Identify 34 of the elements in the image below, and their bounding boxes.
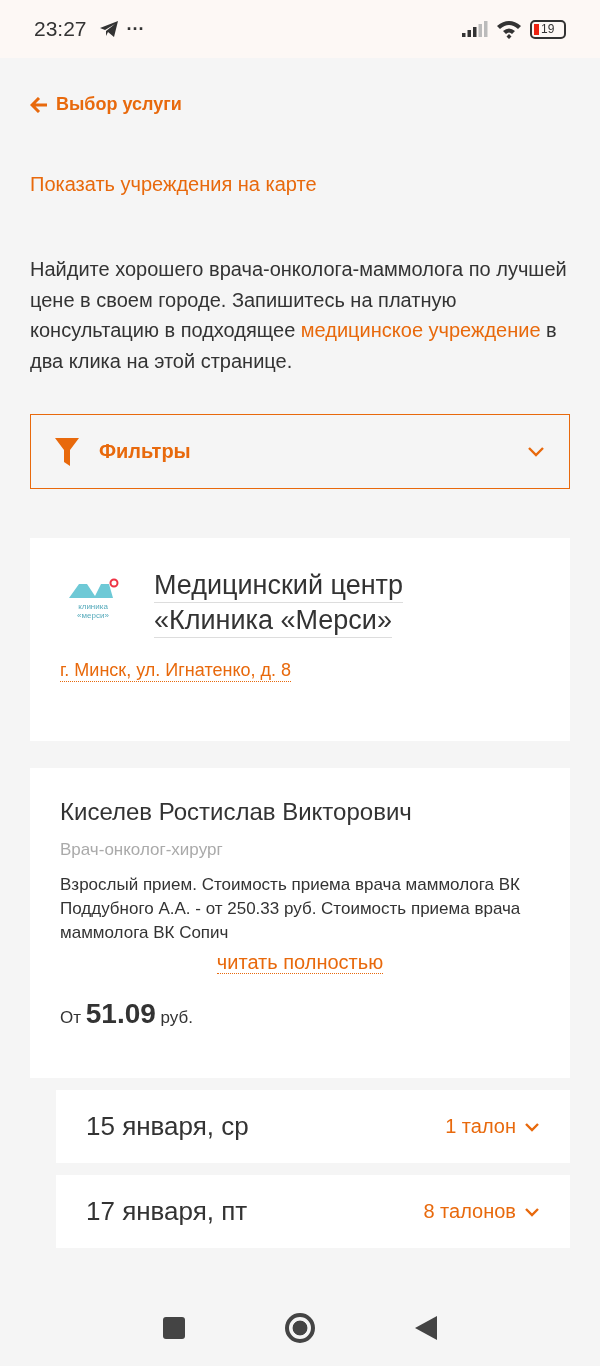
- filters-dropdown[interactable]: Фильтры: [30, 414, 570, 489]
- recents-button[interactable]: [163, 1317, 185, 1339]
- doctor-name: Киселев Ростислав Викторович: [60, 798, 413, 826]
- date-row[interactable]: 17 января, пт 8 талонов: [56, 1175, 570, 1248]
- signal-icon: [462, 21, 488, 37]
- clock: 23:27: [34, 17, 87, 41]
- filter-icon: [55, 437, 79, 466]
- chevron-icon: [524, 1121, 540, 1132]
- paper-plane-icon: [98, 20, 119, 38]
- battery-indicator: 19: [530, 19, 566, 39]
- doctor-description: Взрослый прием. Стоимость приема врача маммолога ВК Поддубного А.А. - от 250.33 руб. Стоимость приема врача маммолога ВК Сопич: [60, 874, 522, 944]
- back-link[interactable]: Выбор услуги: [30, 94, 570, 115]
- clinic-logo: клиника «мерси»: [60, 568, 126, 638]
- read-more-link[interactable]: читать полностью: [216, 951, 384, 974]
- chevron-icon: [527, 445, 545, 458]
- slots-count: 1 талон: [445, 1115, 516, 1138]
- map-link[interactable]: Показать учреждения на карте: [30, 173, 570, 196]
- clinic-name[interactable]: Медицинский центр: [154, 568, 403, 603]
- price-text: От 51.09 руб.: [60, 998, 194, 1030]
- home-button[interactable]: [285, 1313, 315, 1343]
- clinic-name[interactable]: «Клиника «Мерси»: [154, 603, 392, 638]
- date-label: 17 января, пт: [86, 1196, 249, 1227]
- date-row[interactable]: 15 января, ср 1 талон: [56, 1090, 570, 1163]
- slots-count: 8 талонов: [423, 1200, 516, 1223]
- intro-paragraph: Найдите хорошего врача-онколога-маммолога по лучшей цене в своем городе. Запишитесь на платную консультацию в подходящее медицинское учреждение в два клика на этой странице.: [30, 257, 568, 374]
- doctor-specialty: Врач-онколог-хирург: [60, 840, 224, 860]
- wifi-icon: [496, 19, 522, 39]
- clinic-address-link[interactable]: г. Минск, ул. Игнатенко, д. 8: [60, 660, 291, 682]
- back-button[interactable]: [415, 1316, 437, 1340]
- arrow-left-icon: [30, 96, 48, 113]
- institution-link[interactable]: медицинское учреждение: [300, 319, 541, 341]
- chevron-icon: [524, 1206, 540, 1217]
- date-label: 15 января, ср: [86, 1111, 250, 1142]
- more-notifications: ···: [126, 18, 145, 40]
